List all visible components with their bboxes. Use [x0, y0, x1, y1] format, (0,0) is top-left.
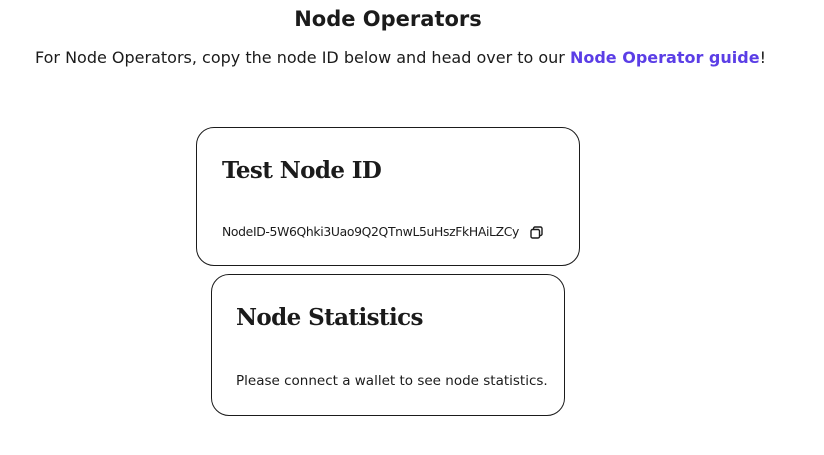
intro-suffix: ! — [759, 48, 766, 67]
card-heading: Node Statistics — [236, 304, 423, 331]
page-title: Node Operators — [294, 7, 482, 31]
node-id-value[interactable]: NodeID-5W6Qhki3Uao9Q2QTnwL5uHszFkHAiLZCy — [222, 223, 519, 241]
connect-wallet-message: Please connect a wallet to see node stat… — [236, 373, 548, 389]
node-id-row: NodeID-5W6Qhki3Uao9Q2QTnwL5uHszFkHAiLZCy — [222, 223, 543, 241]
intro-text: For Node Operators, copy the node ID bel… — [35, 48, 570, 67]
node-statistics-card: Node Statistics Please connect a wallet … — [211, 274, 565, 416]
copy-node-id-button[interactable] — [529, 225, 543, 239]
copy-icon — [529, 225, 543, 239]
node-operator-guide-link[interactable]: Node Operator guide — [570, 48, 760, 67]
intro-paragraph: For Node Operators, copy the node ID bel… — [35, 46, 766, 70]
test-node-id-card: Test Node ID NodeID-5W6Qhki3Uao9Q2QTnwL5… — [196, 127, 580, 266]
card-heading: Test Node ID — [222, 157, 382, 184]
